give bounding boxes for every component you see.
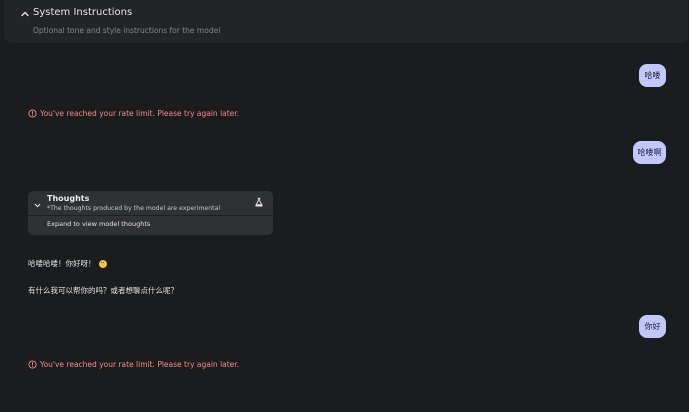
thoughts-panel[interactable]: Thoughts *The thoughts produced by the m… — [28, 191, 273, 235]
user-message: 哈喽 — [639, 64, 666, 87]
user-message: 哈喽啊 — [633, 141, 666, 164]
flask-icon — [255, 197, 263, 207]
smiling-face-emoji — [98, 259, 107, 268]
thoughts-title: Thoughts — [47, 194, 90, 203]
thoughts-divider — [28, 215, 273, 216]
error-circle-icon — [28, 109, 37, 118]
model-response-line: 有什么我可以帮你的吗？或者想聊点什么呢？ — [28, 285, 178, 296]
system-instructions-panel[interactable]: System Instructions Optional tone and st… — [4, 0, 688, 43]
rate-limit-error: You've reached your rate limit. Please t… — [28, 109, 239, 118]
user-message: 你好 — [639, 315, 666, 338]
model-response-text: 有什么我可以帮你的吗？或者想聊点什么呢？ — [28, 286, 178, 295]
model-response-text: 哈喽哈喽！你好呀！ — [28, 259, 96, 268]
error-text: You've reached your rate limit. Please t… — [40, 360, 240, 369]
rate-limit-error: You've reached your rate limit. Please t… — [28, 360, 239, 369]
expand-thoughts-button[interactable]: Expand to view model thoughts — [47, 220, 150, 228]
system-instructions-input[interactable]: Optional tone and style instructions for… — [33, 26, 220, 35]
chevron-up-icon[interactable] — [19, 8, 31, 20]
system-instructions-title: System Instructions — [33, 7, 133, 18]
chevron-down-icon[interactable] — [33, 201, 42, 210]
thoughts-subtitle: *The thoughts produced by the model are … — [47, 205, 221, 212]
error-text: You've reached your rate limit. Please t… — [40, 109, 240, 118]
model-response-line: 哈喽哈喽！你好呀！ — [28, 258, 107, 269]
error-circle-icon — [28, 360, 37, 369]
